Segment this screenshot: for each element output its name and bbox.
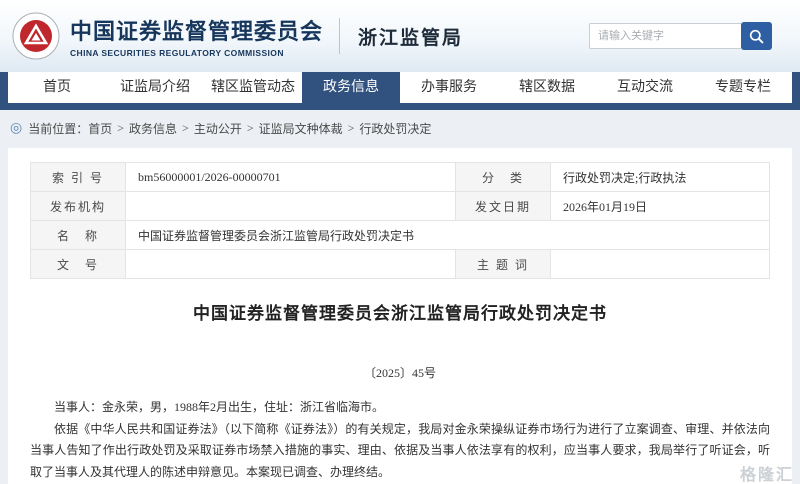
document-number-label: 文 号 — [31, 250, 126, 279]
category-label: 分 类 — [456, 163, 551, 192]
issue-date-label: 发文日期 — [456, 192, 551, 221]
paragraph-legal-basis: 依据《中华人民共和国证券法》（以下简称《证券法》）的有关规定，我局对金永荣操纵证… — [30, 419, 770, 484]
nav-bar: 首页 证监局介绍 辖区监管动态 政务信息 办事服务 辖区数据 互动交流 专题专栏 — [8, 72, 792, 103]
document-number-value — [126, 250, 456, 279]
branch-name: 浙江监管局 — [358, 23, 463, 50]
main-nav: 首页 证监局介绍 辖区监管动态 政务信息 办事服务 辖区数据 互动交流 专题专栏 — [0, 72, 800, 110]
search-bar — [589, 22, 772, 50]
document-name-value: 中国证券监督管理委员会浙江监管局行政处罚决定书 — [126, 221, 770, 250]
nav-item-services[interactable]: 办事服务 — [400, 72, 498, 103]
csrc-seal-logo — [12, 12, 60, 60]
breadcrumb-item-penalty-decision[interactable]: 行政处罚决定 — [359, 120, 431, 137]
nav-item-home[interactable]: 首页 — [8, 72, 106, 103]
breadcrumb-item-home[interactable]: 首页 — [88, 120, 112, 137]
document-meta-table: 索 引 号 bm56000001/2026-00000701 分 类 行政处罚决… — [30, 162, 770, 279]
table-row: 索 引 号 bm56000001/2026-00000701 分 类 行政处罚决… — [31, 163, 770, 192]
table-row: 发布机构 发文日期 2026年01月19日 — [31, 192, 770, 221]
keywords-label: 主 题 词 — [456, 250, 551, 279]
breadcrumb-item-document-genre[interactable]: 证监局文种体裁 — [259, 120, 343, 137]
breadcrumb-label: 当前位置： — [28, 120, 88, 137]
nav-item-interaction[interactable]: 互动交流 — [596, 72, 694, 103]
document-name-label: 名 称 — [31, 221, 126, 250]
content-card: 索 引 号 bm56000001/2026-00000701 分 类 行政处罚决… — [8, 148, 792, 484]
issue-date-value: 2026年01月19日 — [551, 192, 770, 221]
location-icon: ◎ — [10, 122, 22, 136]
breadcrumb-separator: > — [117, 121, 124, 136]
issuing-agency-value — [126, 192, 456, 221]
nav-item-regional-data[interactable]: 辖区数据 — [498, 72, 596, 103]
breadcrumb-item-government-info[interactable]: 政务信息 — [129, 120, 177, 137]
search-input[interactable] — [589, 23, 741, 49]
paragraph-party-info: 当事人：金永荣，男，1988年2月出生，住址：浙江省临海市。 — [30, 397, 770, 419]
document-number: 〔2025〕45号 — [30, 364, 770, 381]
header-divider — [339, 18, 340, 54]
org-name-cn: 中国证券监督管理委员会 — [70, 14, 323, 46]
search-button[interactable] — [741, 22, 772, 50]
org-name-block: 中国证券监督管理委员会 CHINA SECURITIES REGULATORY … — [70, 14, 323, 58]
breadcrumb-item-proactive-disclosure[interactable]: 主动公开 — [194, 120, 242, 137]
breadcrumb-separator: > — [247, 121, 254, 136]
keywords-value — [551, 250, 770, 279]
document-title: 中国证券监督管理委员会浙江监管局行政处罚决定书 — [30, 299, 770, 324]
breadcrumb: ◎ 当前位置： 首页 > 政务信息 > 主动公开 > 证监局文种体裁 > 行政处… — [0, 110, 800, 147]
breadcrumb-separator: > — [348, 121, 355, 136]
search-icon — [749, 29, 764, 44]
table-row: 名 称 中国证券监督管理委员会浙江监管局行政处罚决定书 — [31, 221, 770, 250]
penalty-decision-document: 中国证券监督管理委员会浙江监管局行政处罚决定书 〔2025〕45号 当事人：金永… — [30, 299, 770, 484]
table-row: 文 号 主 题 词 — [31, 250, 770, 279]
issuing-agency-label: 发布机构 — [31, 192, 126, 221]
index-number-value: bm56000001/2026-00000701 — [126, 163, 456, 192]
nav-item-regional-supervision[interactable]: 辖区监管动态 — [204, 72, 302, 103]
index-number-label: 索 引 号 — [31, 163, 126, 192]
org-name-en: CHINA SECURITIES REGULATORY COMMISSION — [70, 48, 323, 58]
nav-item-special-topics[interactable]: 专题专栏 — [694, 72, 792, 103]
nav-item-bureau-intro[interactable]: 证监局介绍 — [106, 72, 204, 103]
site-header: 中国证券监督管理委员会 CHINA SECURITIES REGULATORY … — [0, 0, 800, 72]
nav-item-government-info[interactable]: 政务信息 — [302, 72, 400, 103]
category-value: 行政处罚决定;行政执法 — [551, 163, 770, 192]
breadcrumb-separator: > — [182, 121, 189, 136]
